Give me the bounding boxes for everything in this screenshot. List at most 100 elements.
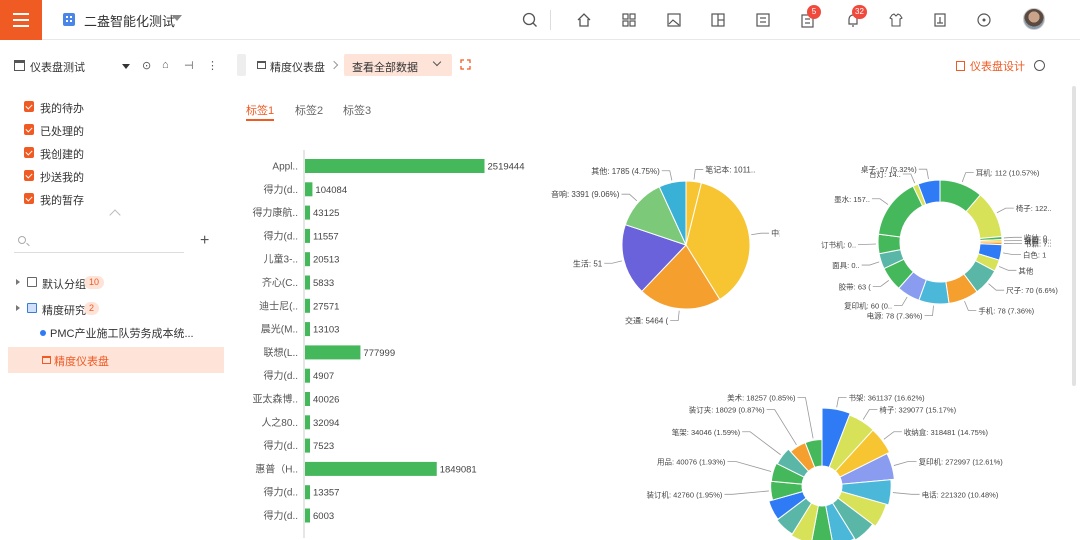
pie-slice — [877, 185, 924, 238]
pie-slice-label: 面具: 0.. — [832, 261, 860, 270]
pie-slice-label: 椅子: 122.. — [1016, 203, 1052, 213]
bar-value-label: 7523 — [313, 441, 334, 452]
bar — [305, 275, 310, 290]
donut-chart: 耳机: 112 (10.57%)椅子: 122..收纳: 0..键盘: 0..书… — [821, 164, 1058, 321]
pie-label-line — [1002, 252, 1021, 255]
settings-gear-icon[interactable] — [1034, 60, 1045, 71]
apps-grid-icon[interactable] — [619, 10, 639, 30]
pie-label-line — [727, 460, 772, 472]
pie-label-line — [964, 300, 977, 311]
tab-1[interactable]: 标签1 — [246, 102, 275, 121]
bar-value-label: 32094 — [313, 418, 339, 429]
pie-slice-label: 书籍: 7.. — [1024, 239, 1052, 249]
pie-label-line — [724, 490, 769, 495]
collapse-up-icon[interactable] — [109, 209, 121, 221]
pie-slice-label: 生活: 51 — [573, 258, 603, 268]
pie-slice-label: 电话: 221320 (10.48%) — [922, 489, 999, 499]
bar-value-label: 6003 — [313, 511, 334, 522]
dashboard-small-icon — [42, 356, 51, 364]
tab-3[interactable]: 标签3 — [343, 102, 371, 118]
pie-label-line — [766, 409, 797, 445]
layout-icon[interactable] — [708, 10, 728, 30]
bar-category-label: 晨光(M.. — [261, 323, 298, 336]
pie-slice-label: 美术: 18257 (0.85%) — [727, 393, 796, 403]
shirt-icon[interactable] — [886, 10, 906, 30]
pie-slice-label: 手机: 78 (7.36%) — [978, 305, 1034, 315]
image-icon[interactable] — [664, 10, 684, 30]
pie-label-line — [996, 207, 1014, 214]
pie-label-line — [621, 193, 638, 202]
pie-label-line — [836, 397, 847, 408]
app-switch-caret-icon[interactable] — [172, 15, 182, 21]
bar-value-label: 27571 — [313, 301, 339, 312]
expand-arrow-icon[interactable] — [16, 279, 20, 285]
bar — [305, 508, 310, 523]
sidebar-search-input[interactable] — [14, 231, 184, 253]
breadcrumb[interactable]: 精度仪表盘 — [270, 59, 325, 75]
bar-chart: Appl.. 2519444 得力(d.. 104084 得力康航.. 43125 得力(d… — [252, 150, 524, 538]
more-options-icon[interactable]: ⋮ — [207, 59, 218, 72]
help-icon[interactable] — [974, 10, 994, 30]
fullscreen-icon[interactable] — [460, 59, 471, 70]
pie-label-line — [862, 409, 878, 420]
pie-slice-label: 订书机: 0.. — [821, 239, 856, 249]
bar-category-label: 惠普（H.. — [255, 462, 298, 475]
pie-slice-label: 复印机: 272997 (12.61%) — [919, 456, 1004, 466]
tree-item-pmc[interactable]: PMC产业施工队劳务成本统... — [40, 325, 194, 341]
dashboard-title: 仪表盘测试 — [30, 62, 85, 74]
pie-slice-label: 电源: 78 (7.36%) — [867, 311, 923, 321]
user-avatar[interactable] — [1023, 8, 1045, 30]
pie-label-line — [797, 397, 814, 439]
expand-arrow-icon[interactable] — [16, 305, 20, 311]
bar-value-label: 5833 — [313, 278, 334, 289]
bar-category-label: 得力(d.. — [264, 439, 298, 452]
pie-slice-label: 中高: 9720 (25.84%) — [771, 228, 780, 238]
pie-label-line — [751, 232, 770, 236]
pie-slice-label: 装订机: 42760 (1.95%) — [647, 489, 723, 499]
bar-category-label: Appl.. — [272, 162, 298, 173]
pie-slice-label: 笔架: 34046 (1.59%) — [672, 427, 741, 437]
tab-2[interactable]: 标签2 — [295, 102, 323, 118]
dashboard-selector[interactable]: 仪表盘测试 ⊙ ⌂ ⊣ ⋮ — [14, 58, 224, 74]
bar-value-label: 40026 — [313, 395, 339, 406]
bar-value-label: 20513 — [313, 255, 339, 266]
collapse-sidebar-icon[interactable]: ⊣ — [184, 59, 194, 72]
home-small-icon[interactable]: ⌂ — [162, 59, 169, 71]
rose-chart: 书架: 361137 (16.62%)椅子: 329077 (15.17%) 收纳… — [647, 393, 1004, 540]
list-card-icon[interactable] — [753, 10, 773, 30]
bar — [305, 345, 361, 360]
pie-label-line — [661, 170, 673, 181]
history-icon[interactable]: ⊙ — [142, 59, 151, 72]
bar-category-label: 联想(L.. — [264, 346, 298, 359]
pie-label-line — [872, 280, 890, 287]
document-icon[interactable] — [930, 10, 950, 30]
home-icon[interactable] — [574, 10, 594, 30]
tree-item-selected-dashboard[interactable]: 精度仪表盘 — [8, 347, 224, 373]
pie-slice-label: 桌子: 57 (5.32%) — [861, 164, 917, 174]
view-scope-select[interactable]: 查看全部数据 — [344, 54, 452, 76]
pie-slice-label: 白色: 1 — [1023, 250, 1046, 260]
pie-label-line — [1003, 236, 1022, 239]
tree-group-default[interactable]: 默认分组 10 — [14, 274, 224, 292]
approval-badge: 5 — [807, 5, 821, 19]
breadcrumb-dashboard-icon — [257, 61, 266, 69]
hamburger-menu-button[interactable] — [0, 0, 42, 40]
pie-label-line — [670, 310, 680, 321]
bar — [305, 228, 310, 243]
sidebar-splitter-handle[interactable] — [237, 54, 246, 76]
content-scrollbar[interactable] — [1072, 86, 1076, 386]
bar-category-label: 得力(d.. — [264, 486, 298, 499]
bar-category-label: 得力(d.. — [264, 509, 298, 522]
design-icon — [956, 61, 965, 71]
tree-group-precision[interactable]: 精度研究 2 — [14, 300, 224, 318]
add-button[interactable]: + — [200, 232, 209, 250]
dashboard-design-button[interactable]: 仪表盘设计 — [956, 58, 1025, 74]
toolbar-divider — [550, 10, 551, 30]
bar — [305, 415, 310, 430]
pie-slice-label: 尺子: 70 (6.6%) — [1006, 286, 1058, 295]
pie-label-line — [742, 431, 781, 456]
search-icon[interactable] — [520, 10, 540, 30]
bar-value-label: 13357 — [313, 488, 339, 499]
dashboard-dropdown-icon[interactable] — [122, 64, 130, 69]
app-title[interactable]: 二盎智能化测试 — [84, 11, 175, 30]
